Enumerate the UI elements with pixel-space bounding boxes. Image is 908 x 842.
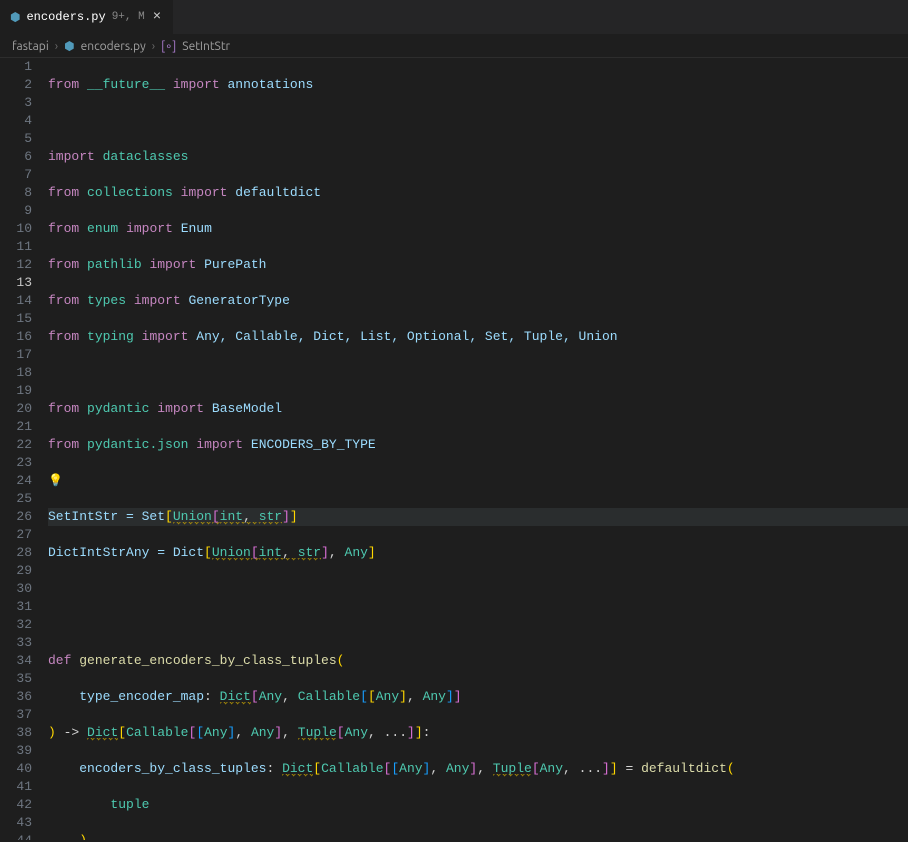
line-number: 43 — [0, 814, 32, 832]
line-number: 3 — [0, 94, 32, 112]
line-number: 8 — [0, 184, 32, 202]
line-number: 13 — [0, 274, 32, 292]
line-number: 18 — [0, 364, 32, 382]
line-number: 26 — [0, 508, 32, 526]
line-number: 19 — [0, 382, 32, 400]
line-number: 30 — [0, 580, 32, 598]
line-number: 9 — [0, 202, 32, 220]
tab-bar: ⬢ encoders.py 9+, M × — [0, 0, 908, 35]
breadcrumb-symbol[interactable]: SetIntStr — [182, 40, 230, 53]
line-number: 2 — [0, 76, 32, 94]
line-number: 15 — [0, 310, 32, 328]
line-number: 31 — [0, 598, 32, 616]
line-number: 25 — [0, 490, 32, 508]
line-number: 40 — [0, 760, 32, 778]
line-number: 17 — [0, 346, 32, 364]
line-number: 7 — [0, 166, 32, 184]
line-number: 24 — [0, 472, 32, 490]
symbol-icon: [∘] — [161, 39, 176, 53]
line-number: 41 — [0, 778, 32, 796]
line-number: 11 — [0, 238, 32, 256]
python-file-icon: ⬢ — [64, 39, 74, 53]
line-number: 5 — [0, 130, 32, 148]
code-content[interactable]: from __future__ import annotations impor… — [48, 58, 908, 840]
line-number-gutter: 1234567891011121314151617181920212223242… — [0, 58, 48, 840]
breadcrumb-file[interactable]: encoders.py — [81, 40, 146, 53]
tab-dirty-indicator: 9+, M — [112, 11, 145, 23]
line-number: 23 — [0, 454, 32, 472]
line-number: 44 — [0, 832, 32, 840]
breadcrumb[interactable]: fastapi › ⬢ encoders.py › [∘] SetIntStr — [0, 35, 908, 58]
chevron-right-icon: › — [55, 40, 58, 53]
line-number: 42 — [0, 796, 32, 814]
line-number: 34 — [0, 652, 32, 670]
python-file-icon: ⬢ — [10, 10, 20, 25]
code-editor[interactable]: 1234567891011121314151617181920212223242… — [0, 58, 908, 840]
line-number: 1 — [0, 58, 32, 76]
line-number: 33 — [0, 634, 32, 652]
tab-encoders[interactable]: ⬢ encoders.py 9+, M × — [0, 0, 173, 34]
line-number: 16 — [0, 328, 32, 346]
line-number: 35 — [0, 670, 32, 688]
line-number: 29 — [0, 562, 32, 580]
line-number: 22 — [0, 436, 32, 454]
lightbulb-icon[interactable]: 💡 — [48, 474, 63, 488]
line-number: 6 — [0, 148, 32, 166]
line-number: 21 — [0, 418, 32, 436]
line-number: 28 — [0, 544, 32, 562]
line-number: 4 — [0, 112, 32, 130]
line-number: 20 — [0, 400, 32, 418]
line-number: 36 — [0, 688, 32, 706]
line-number: 14 — [0, 292, 32, 310]
breadcrumb-folder[interactable]: fastapi — [12, 40, 49, 53]
close-icon[interactable]: × — [151, 9, 163, 25]
line-number: 12 — [0, 256, 32, 274]
tab-filename: encoders.py — [26, 10, 105, 24]
line-number: 37 — [0, 706, 32, 724]
line-number: 39 — [0, 742, 32, 760]
line-number: 10 — [0, 220, 32, 238]
line-number: 32 — [0, 616, 32, 634]
chevron-right-icon: › — [152, 40, 155, 53]
line-number: 27 — [0, 526, 32, 544]
line-number: 38 — [0, 724, 32, 742]
